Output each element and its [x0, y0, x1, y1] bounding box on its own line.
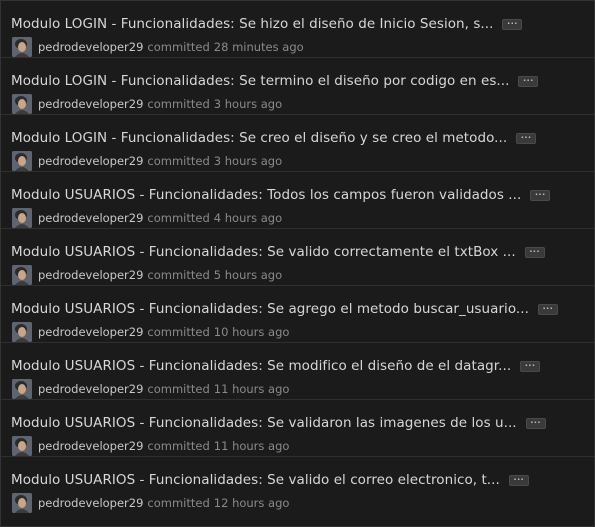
expand-message-button[interactable]: ···	[516, 132, 537, 144]
expand-message-button[interactable]: ···	[508, 474, 529, 486]
commit-message[interactable]: Modulo LOGIN - Funcionalidades: Se termi…	[11, 73, 509, 89]
commit-meta: pedrodeveloper29 committed 3 hours ago	[12, 151, 282, 171]
commit-message[interactable]: Modulo USUARIOS - Funcionalidades: Se va…	[11, 415, 517, 431]
commit-meta: pedrodeveloper29 committed 5 hours ago	[12, 265, 282, 285]
commit-item: Modulo USUARIOS - Funcionalidades: Todos…	[1, 172, 594, 229]
user-avatar-icon[interactable]	[12, 379, 32, 399]
commit-message-row: Modulo LOGIN - Funcionalidades: Se creo …	[11, 129, 537, 147]
commit-verb: committed	[147, 496, 210, 510]
commit-message-row: Modulo LOGIN - Funcionalidades: Se hizo …	[11, 15, 523, 33]
user-avatar-icon[interactable]	[12, 436, 32, 456]
commit-message-row: Modulo USUARIOS - Funcionalidades: Se ag…	[11, 300, 558, 318]
commit-verb: committed	[147, 154, 210, 168]
commit-item: Modulo LOGIN - Funcionalidades: Se creo …	[1, 115, 594, 172]
commit-message[interactable]: Modulo LOGIN - Funcionalidades: Se hizo …	[11, 16, 493, 32]
user-avatar-icon[interactable]	[12, 265, 32, 285]
commit-meta: pedrodeveloper29 committed 10 hours ago	[12, 322, 289, 342]
commit-meta: pedrodeveloper29 committed 11 hours ago	[12, 379, 289, 399]
user-avatar-icon[interactable]	[12, 322, 32, 342]
commit-message-row: Modulo USUARIOS - Funcionalidades: Se va…	[11, 414, 546, 432]
expand-message-button[interactable]: ···	[502, 18, 523, 30]
expand-message-button[interactable]: ···	[524, 246, 545, 258]
commit-item: Modulo USUARIOS - Funcionalidades: Se va…	[1, 400, 594, 457]
expand-message-button[interactable]: ···	[530, 189, 551, 201]
commit-item: Modulo LOGIN - Funcionalidades: Se termi…	[1, 58, 594, 115]
commit-message-row: Modulo USUARIOS - Funcionalidades: Se va…	[11, 471, 529, 489]
commit-meta: pedrodeveloper29 committed 28 minutes ag…	[12, 37, 304, 57]
commit-author-link[interactable]: pedrodeveloper29	[38, 211, 143, 225]
commit-meta: pedrodeveloper29 committed 12 hours ago	[12, 493, 289, 513]
commit-verb: committed	[147, 40, 210, 54]
commit-verb: committed	[147, 439, 210, 453]
commit-verb: committed	[147, 211, 210, 225]
expand-message-button[interactable]: ···	[537, 303, 558, 315]
expand-message-button[interactable]: ···	[518, 75, 539, 87]
commit-item: Modulo USUARIOS - Funcionalidades: Se va…	[1, 229, 594, 286]
commit-item: Modulo LOGIN - Funcionalidades: Se hizo …	[1, 1, 594, 58]
commit-message[interactable]: Modulo LOGIN - Funcionalidades: Se creo …	[11, 130, 507, 146]
commit-author-link[interactable]: pedrodeveloper29	[38, 154, 143, 168]
commit-item: Modulo USUARIOS - Funcionalidades: Se mo…	[1, 343, 594, 400]
commit-time: 4 hours ago	[213, 211, 283, 225]
commit-message[interactable]: Modulo USUARIOS - Funcionalidades: Todos…	[11, 187, 521, 203]
commit-item: Modulo USUARIOS - Funcionalidades: Se va…	[1, 457, 594, 527]
commit-time: 11 hours ago	[213, 439, 290, 453]
commit-meta: pedrodeveloper29 committed 3 hours ago	[12, 94, 282, 114]
commit-time: 5 hours ago	[213, 268, 283, 282]
commit-list: Modulo LOGIN - Funcionalidades: Se hizo …	[0, 0, 595, 527]
commit-message[interactable]: Modulo USUARIOS - Funcionalidades: Se va…	[11, 244, 516, 260]
commit-time: 11 hours ago	[213, 382, 290, 396]
commit-message-row: Modulo USUARIOS - Funcionalidades: Se va…	[11, 243, 545, 261]
commit-meta: pedrodeveloper29 committed 4 hours ago	[12, 208, 282, 228]
commit-verb: committed	[147, 97, 210, 111]
user-avatar-icon[interactable]	[12, 208, 32, 228]
commit-author-link[interactable]: pedrodeveloper29	[38, 40, 143, 54]
commit-verb: committed	[147, 268, 210, 282]
expand-message-button[interactable]: ···	[520, 360, 541, 372]
commit-author-link[interactable]: pedrodeveloper29	[38, 97, 143, 111]
user-avatar-icon[interactable]	[12, 151, 32, 171]
commit-verb: committed	[147, 325, 210, 339]
commit-author-link[interactable]: pedrodeveloper29	[38, 325, 143, 339]
commit-message[interactable]: Modulo USUARIOS - Funcionalidades: Se mo…	[11, 358, 511, 374]
commit-author-link[interactable]: pedrodeveloper29	[38, 496, 143, 510]
commit-time: 10 hours ago	[213, 325, 290, 339]
commit-verb: committed	[147, 382, 210, 396]
user-avatar-icon[interactable]	[12, 37, 32, 57]
expand-message-button[interactable]: ···	[525, 417, 546, 429]
commit-time: 3 hours ago	[213, 97, 283, 111]
commit-message-row: Modulo USUARIOS - Funcionalidades: Todos…	[11, 186, 551, 204]
user-avatar-icon[interactable]	[12, 493, 32, 513]
user-avatar-icon[interactable]	[12, 94, 32, 114]
commit-message[interactable]: Modulo USUARIOS - Funcionalidades: Se ag…	[11, 301, 529, 317]
commit-meta: pedrodeveloper29 committed 11 hours ago	[12, 436, 289, 456]
commit-message-row: Modulo LOGIN - Funcionalidades: Se termi…	[11, 72, 539, 90]
commit-time: 12 hours ago	[213, 496, 290, 510]
commit-time: 3 hours ago	[213, 154, 283, 168]
commit-message-row: Modulo USUARIOS - Funcionalidades: Se mo…	[11, 357, 541, 375]
commit-author-link[interactable]: pedrodeveloper29	[38, 439, 143, 453]
commit-author-link[interactable]: pedrodeveloper29	[38, 382, 143, 396]
commit-time: 28 minutes ago	[213, 40, 304, 54]
commit-author-link[interactable]: pedrodeveloper29	[38, 268, 143, 282]
commit-message[interactable]: Modulo USUARIOS - Funcionalidades: Se va…	[11, 472, 500, 488]
commit-item: Modulo USUARIOS - Funcionalidades: Se ag…	[1, 286, 594, 343]
